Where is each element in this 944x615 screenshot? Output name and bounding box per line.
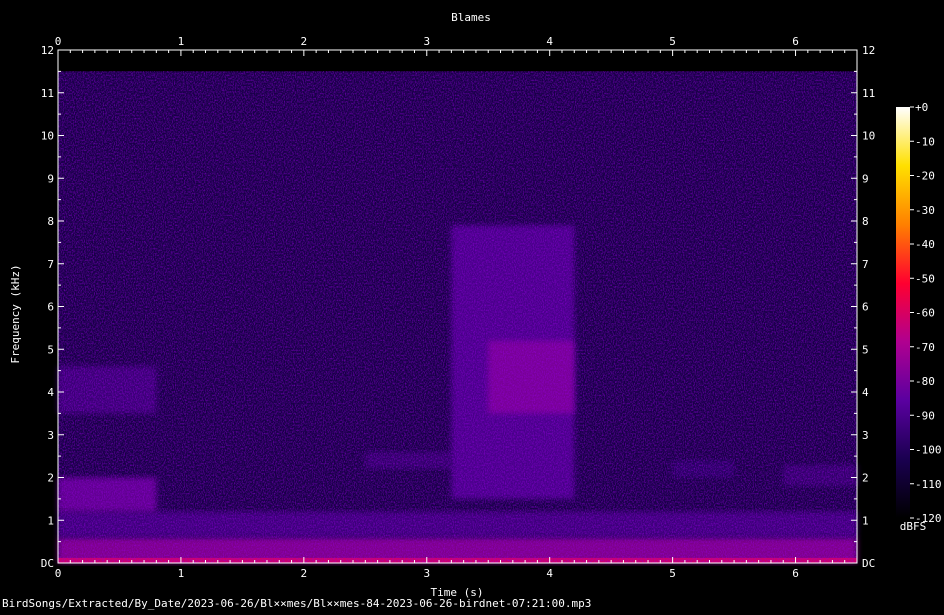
y-tick-label-right: 9 [862,172,869,185]
y-axis-label: Frequency (kHz) [9,264,22,363]
x-tick-label-bottom: 0 [55,567,62,580]
y-tick-label-right: 11 [862,87,875,100]
y-tick-label-right: 3 [862,429,869,442]
x-tick-label-bottom: 1 [178,567,185,580]
x-tick-label-bottom: 3 [423,567,430,580]
y-tick-label-right: 8 [862,215,869,228]
y-tick-label-left: 10 [41,130,54,143]
x-tick-label-bottom: 5 [669,567,676,580]
x-tick-label-top: 5 [669,35,676,48]
y-tick-label-right: 6 [862,301,869,314]
y-tick-label-left: 8 [47,215,54,228]
x-tick-label-bottom: 2 [301,567,308,580]
y-tick-label-left: DC [41,557,54,570]
y-tick-label-right: 7 [862,258,869,271]
colorbar-tick-label: -40 [915,238,935,251]
colorbar-tick-label: -50 [915,272,935,285]
x-tick-label-bottom: 4 [546,567,553,580]
colorbar-tick-label: -110 [915,478,942,491]
x-tick-label-top: 3 [423,35,430,48]
colorbar-tick-label: -60 [915,307,935,320]
x-tick-label-top: 4 [546,35,553,48]
y-tick-label-left: 9 [47,172,54,185]
y-tick-label-left: 4 [47,386,54,399]
x-tick-label-top: 6 [792,35,799,48]
y-tick-label-left: 7 [47,258,54,271]
x-tick-label-bottom: 6 [792,567,799,580]
y-tick-label-right: 2 [862,472,869,485]
y-tick-label-right: 12 [862,44,875,57]
spectrogram-figure: 0 0 1 1 2 2 3 3 4 4 5 5 6 6 DC DC 1 1 2 2 3 3 4 4 5 5 6 6 7 7 8 8 9 9 10 10… [0,0,944,611]
colorbar-tick-label: -100 [915,444,942,457]
y-tick-label-left: 6 [47,301,54,314]
y-tick-label-right: 4 [862,386,869,399]
y-tick-label-left: 2 [47,472,54,485]
y-tick-label-left: 11 [41,87,54,100]
noise-texture [58,71,857,563]
y-tick-label-left: 5 [47,343,54,356]
y-tick-label-right: DC [862,557,875,570]
y-tick-label-left: 1 [47,514,54,527]
colorbar-tick-label: -90 [915,409,935,422]
colorbar-label: dBFS [900,520,927,533]
x-tick-label-top: 0 [55,35,62,48]
x-tick-label-top: 2 [301,35,308,48]
colorbar-tick-label: -80 [915,375,935,388]
chart-title: Blames [451,11,491,24]
y-tick-label-right: 1 [862,514,869,527]
colorbar-tick-label: -30 [915,204,935,217]
x-tick-label-top: 1 [178,35,185,48]
spectrogram-chart: 00112233445566DC DC1 12 23 34 45 56 67 78 89 910 10… [9,11,942,599]
colorbar-tick-label: -10 [915,135,935,148]
y-tick-label-right: 5 [862,343,869,356]
file-path: BirdSongs/Extracted/By_Date/2023-06-26/B… [2,597,592,610]
y-tick-label-left: 3 [47,429,54,442]
colorbar-tick-label: -70 [915,341,935,354]
colorbar-tick-label: +0 [915,101,928,114]
y-tick-label-left: 12 [41,44,54,57]
colorbar [896,107,910,518]
y-tick-label-right: 10 [862,130,875,143]
colorbar-tick-label: -20 [915,170,935,183]
